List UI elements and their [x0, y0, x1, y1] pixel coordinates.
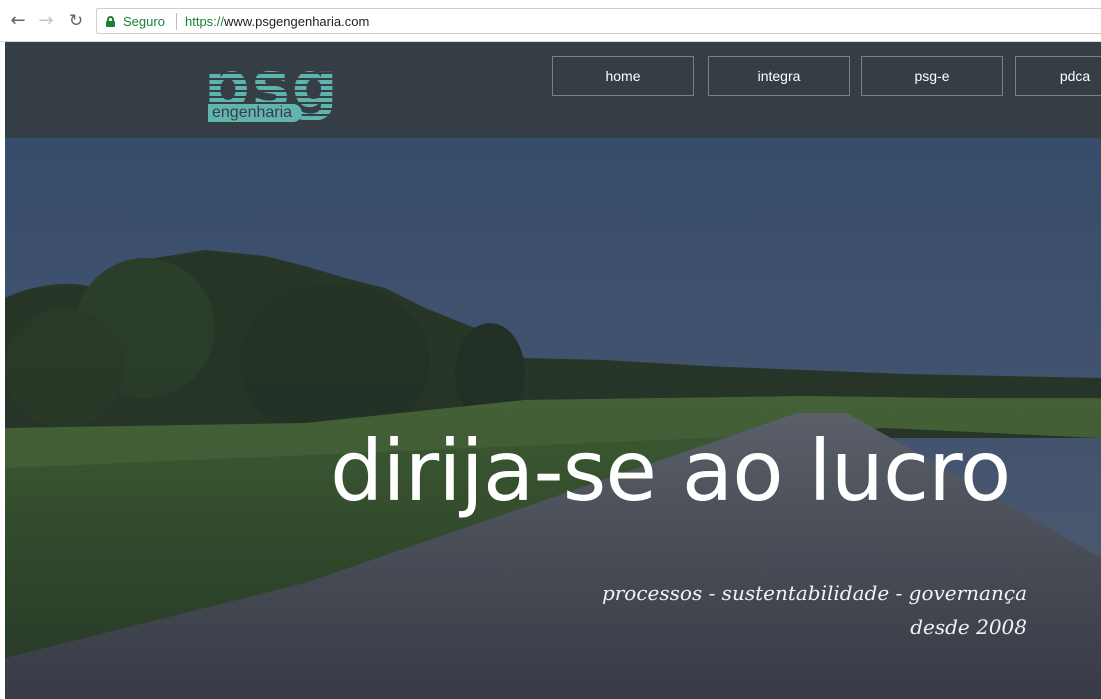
address-separator [176, 13, 177, 30]
reload-icon[interactable]: ↻ [66, 11, 86, 31]
lock-icon[interactable] [106, 16, 115, 27]
web-page: psg engenharia home integra psg-e pdca d… [5, 42, 1101, 699]
browser-toolbar: ← → ↻ Seguro https://www.psgengenharia.c… [0, 0, 1101, 42]
back-arrow-icon[interactable]: ← [8, 11, 28, 31]
forward-arrow-icon[interactable]: → [36, 11, 56, 31]
nav-psg-e[interactable]: psg-e [861, 56, 1003, 96]
site-header: psg engenharia home integra psg-e pdca [5, 42, 1101, 138]
nav-integra[interactable]: integra [708, 56, 850, 96]
hero-tagline: processos - sustentabilidade - governanç… [601, 581, 1027, 605]
nav-home[interactable]: home [552, 56, 694, 96]
psg-logo[interactable]: psg engenharia [204, 50, 352, 126]
nav-pdca[interactable]: pdca [1015, 56, 1101, 96]
url-host: www.psgengenharia.com [224, 14, 370, 29]
hero-section: dirija-se ao lucro processos - sustentab… [5, 138, 1101, 699]
logo-subtext: engenharia [208, 104, 303, 122]
secure-label[interactable]: Seguro [123, 14, 165, 29]
url-scheme: https:// [185, 14, 225, 29]
hero-since: desde 2008 [910, 615, 1027, 639]
address-bar[interactable]: Seguro https://www.psgengenharia.com [96, 8, 1101, 34]
hero-headline: dirija-se ao lucro [330, 422, 1011, 520]
url-text[interactable]: https://www.psgengenharia.com [185, 14, 369, 29]
hero-tagline-block: processos - sustentabilidade - governanç… [602, 576, 1027, 644]
